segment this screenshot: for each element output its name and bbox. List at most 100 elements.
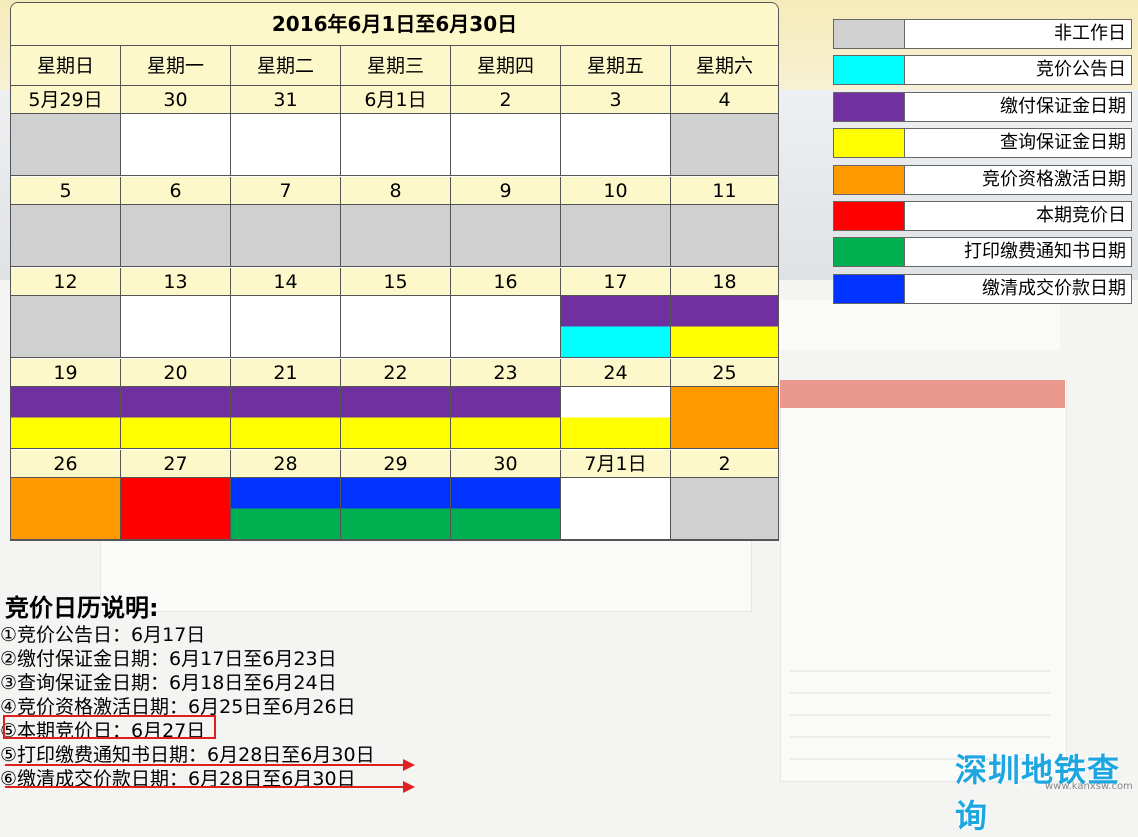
day-cell xyxy=(11,387,121,449)
day-cell xyxy=(121,387,231,449)
day-number: 10 xyxy=(561,177,671,205)
legend-item: 打印缴费通知书日期 xyxy=(833,237,1132,268)
explanation-line: ⑤打印缴费通知书日期：6月28日至6月30日 xyxy=(0,744,375,766)
legend-swatch xyxy=(834,92,905,121)
day-cell xyxy=(231,296,341,358)
day-cell xyxy=(561,205,671,267)
bg-sidebar-header xyxy=(780,380,1065,408)
day-cell xyxy=(231,387,341,449)
day-number: 6 xyxy=(121,177,231,205)
day-cell xyxy=(561,387,671,449)
day-number: 15 xyxy=(341,268,451,296)
highlight-box xyxy=(3,715,216,739)
day-cell xyxy=(341,387,451,449)
legend-item: 缴清成交价款日期 xyxy=(833,273,1132,304)
day-cell xyxy=(11,205,121,267)
legend-item: 本期竞价日 xyxy=(833,201,1132,231)
legend-item: 缴付保证金日期 xyxy=(833,91,1132,122)
day-number: 26 xyxy=(11,450,121,478)
day-cell xyxy=(451,478,561,540)
day-cell xyxy=(341,205,451,267)
day-number: 8 xyxy=(341,177,451,205)
legend-item: 非工作日 xyxy=(833,19,1132,49)
day-number: 20 xyxy=(121,359,231,387)
day-cell xyxy=(451,114,561,176)
legend-label: 竞价资格激活日期 xyxy=(982,168,1126,190)
auction-calendar: 2016年6月1日至6月30日 星期日 星期一 星期二 星期三 星期四 星期五 星期六 5月2… xyxy=(10,2,779,541)
explanation-title: 竞价日历说明: xyxy=(5,594,159,622)
legend-swatch xyxy=(834,202,905,230)
legend-label: 非工作日 xyxy=(1054,23,1126,44)
day-cell xyxy=(561,296,671,358)
calendar-title: 2016年6月1日至6月30日 xyxy=(11,3,778,46)
explanation-line: ③查询保证金日期：6月18日至6月24日 xyxy=(0,672,337,694)
day-cell xyxy=(671,478,778,540)
day-number: 13 xyxy=(121,268,231,296)
day-cell xyxy=(671,387,778,449)
day-cell xyxy=(121,296,231,358)
explanation-line: ②缴付保证金日期：6月17日至6月23日 xyxy=(0,648,337,670)
day-number: 27 xyxy=(121,450,231,478)
legend-label: 竞价公告日 xyxy=(1036,59,1126,81)
day-cell xyxy=(121,478,231,540)
day-number: 29 xyxy=(341,450,451,478)
day-cell xyxy=(121,205,231,267)
day-number: 11 xyxy=(671,177,778,205)
day-number: 24 xyxy=(561,359,671,387)
legend-swatch xyxy=(834,274,905,303)
day-cell xyxy=(451,387,561,449)
day-number: 23 xyxy=(451,359,561,387)
day-cell xyxy=(561,114,671,176)
day-number: 7 xyxy=(231,177,341,205)
weekday-header: 星期一 xyxy=(121,46,231,86)
day-number: 16 xyxy=(451,268,561,296)
legend-swatch xyxy=(834,20,905,48)
day-cell xyxy=(341,296,451,358)
day-number: 12 xyxy=(11,268,121,296)
legend-swatch xyxy=(834,56,905,85)
day-cell xyxy=(451,296,561,358)
weekday-header: 星期二 xyxy=(231,46,341,86)
day-number: 7月1日 xyxy=(561,450,671,478)
day-cell xyxy=(451,205,561,267)
day-cell xyxy=(11,114,121,176)
day-number: 2 xyxy=(451,86,561,114)
day-cell xyxy=(341,114,451,176)
legend-label: 缴清成交价款日期 xyxy=(982,277,1126,299)
legend-label: 缴付保证金日期 xyxy=(1000,95,1126,117)
legend-item: 竞价公告日 xyxy=(833,55,1132,86)
legend-swatch xyxy=(834,238,905,267)
day-number: 28 xyxy=(231,450,341,478)
legend-swatch xyxy=(834,129,905,158)
day-number: 6月1日 xyxy=(341,86,451,114)
day-number: 21 xyxy=(231,359,341,387)
explanation-line: ①竞价公告日：6月17日 xyxy=(0,624,206,646)
red-arrow xyxy=(5,781,415,793)
legend-item: 竞价资格激活日期 xyxy=(833,164,1132,195)
day-number: 17 xyxy=(561,268,671,296)
day-cell xyxy=(341,478,451,540)
day-number: 14 xyxy=(231,268,341,296)
legend-label: 打印缴费通知书日期 xyxy=(964,241,1126,263)
day-number: 4 xyxy=(671,86,778,114)
day-number: 5 xyxy=(11,177,121,205)
weekday-header: 星期三 xyxy=(341,46,451,86)
day-cell xyxy=(121,114,231,176)
watermark-url: www.kanxsw.com xyxy=(1045,781,1133,792)
red-arrow xyxy=(5,759,415,771)
day-number: 30 xyxy=(121,86,231,114)
day-cell xyxy=(561,478,671,540)
day-number: 31 xyxy=(231,86,341,114)
day-number: 18 xyxy=(671,268,778,296)
day-cell xyxy=(231,478,341,540)
day-cell xyxy=(671,296,778,358)
day-cell xyxy=(231,114,341,176)
weekday-header: 星期四 xyxy=(451,46,561,86)
legend-swatch xyxy=(834,165,905,194)
day-number: 19 xyxy=(11,359,121,387)
day-number: 25 xyxy=(671,359,778,387)
day-cell xyxy=(671,205,778,267)
legend-label: 查询保证金日期 xyxy=(1000,132,1126,154)
legend-item: 查询保证金日期 xyxy=(833,128,1132,159)
weekday-header: 星期日 xyxy=(11,46,121,86)
